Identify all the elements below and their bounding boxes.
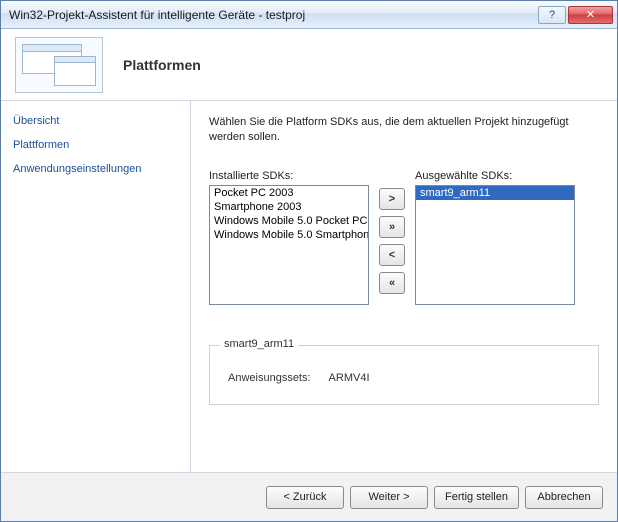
titlebar-buttons: ? ✕ xyxy=(538,6,613,24)
help-button[interactable]: ? xyxy=(538,6,566,24)
instruction-text: Wählen Sie die Platform SDKs aus, die de… xyxy=(209,115,599,146)
remove-all-button[interactable]: « xyxy=(379,272,405,294)
list-item[interactable]: Windows Mobile 5.0 Smartphone xyxy=(210,228,368,242)
next-button[interactable]: Weiter > xyxy=(350,486,428,509)
sidebar-item-overview[interactable]: Übersicht xyxy=(13,115,178,127)
footer: < Zurück Weiter > Fertig stellen Abbrech… xyxy=(1,473,617,521)
installed-listbox[interactable]: Pocket PC 2003 Smartphone 2003 Windows M… xyxy=(209,185,369,305)
sidebar-item-appsettings[interactable]: Anwendungseinstellungen xyxy=(13,163,178,175)
add-all-button[interactable]: » xyxy=(379,216,405,238)
titlebar: Win32-Projekt-Assistent für intelligente… xyxy=(1,1,617,29)
sdk-picker: Installierte SDKs: Pocket PC 2003 Smartp… xyxy=(209,170,599,305)
list-item[interactable]: Smartphone 2003 xyxy=(210,200,368,214)
instruction-set-label: Anweisungssets: xyxy=(228,372,311,384)
banner: Plattformen xyxy=(1,29,617,101)
list-item[interactable]: smart9_arm11 xyxy=(416,186,574,200)
installed-label: Installierte SDKs: xyxy=(209,170,369,182)
banner-icon-dialog xyxy=(54,56,96,86)
transfer-buttons: > » < « xyxy=(379,188,405,294)
list-item[interactable]: Pocket PC 2003 xyxy=(210,186,368,200)
main-panel: Wählen Sie die Platform SDKs aus, die de… xyxy=(191,101,617,472)
sidebar-item-platforms[interactable]: Plattformen xyxy=(13,139,178,151)
list-item[interactable]: Windows Mobile 5.0 Pocket PC SDK xyxy=(210,214,368,228)
selected-label: Ausgewählte SDKs: xyxy=(415,170,575,182)
installed-column: Installierte SDKs: Pocket PC 2003 Smartp… xyxy=(209,170,369,305)
selected-listbox[interactable]: smart9_arm11 xyxy=(415,185,575,305)
cancel-button[interactable]: Abbrechen xyxy=(525,486,603,509)
banner-title: Plattformen xyxy=(123,57,201,73)
finish-button[interactable]: Fertig stellen xyxy=(434,486,519,509)
back-button[interactable]: < Zurück xyxy=(266,486,344,509)
wizard-window: Win32-Projekt-Assistent für intelligente… xyxy=(0,0,618,522)
detail-row: Anweisungssets: ARMV4I xyxy=(228,372,580,384)
window-title: Win32-Projekt-Assistent für intelligente… xyxy=(9,8,538,22)
close-button[interactable]: ✕ xyxy=(568,6,613,24)
instruction-set-value: ARMV4I xyxy=(329,372,370,384)
selected-column: Ausgewählte SDKs: smart9_arm11 xyxy=(415,170,575,305)
detail-sdk-name: smart9_arm11 xyxy=(220,338,298,350)
sidebar: Übersicht Plattformen Anwendungseinstell… xyxy=(1,101,191,472)
remove-button[interactable]: < xyxy=(379,244,405,266)
detail-group: smart9_arm11 Anweisungssets: ARMV4I xyxy=(209,345,599,405)
add-button[interactable]: > xyxy=(379,188,405,210)
banner-icon xyxy=(15,37,103,93)
body: Übersicht Plattformen Anwendungseinstell… xyxy=(1,101,617,473)
